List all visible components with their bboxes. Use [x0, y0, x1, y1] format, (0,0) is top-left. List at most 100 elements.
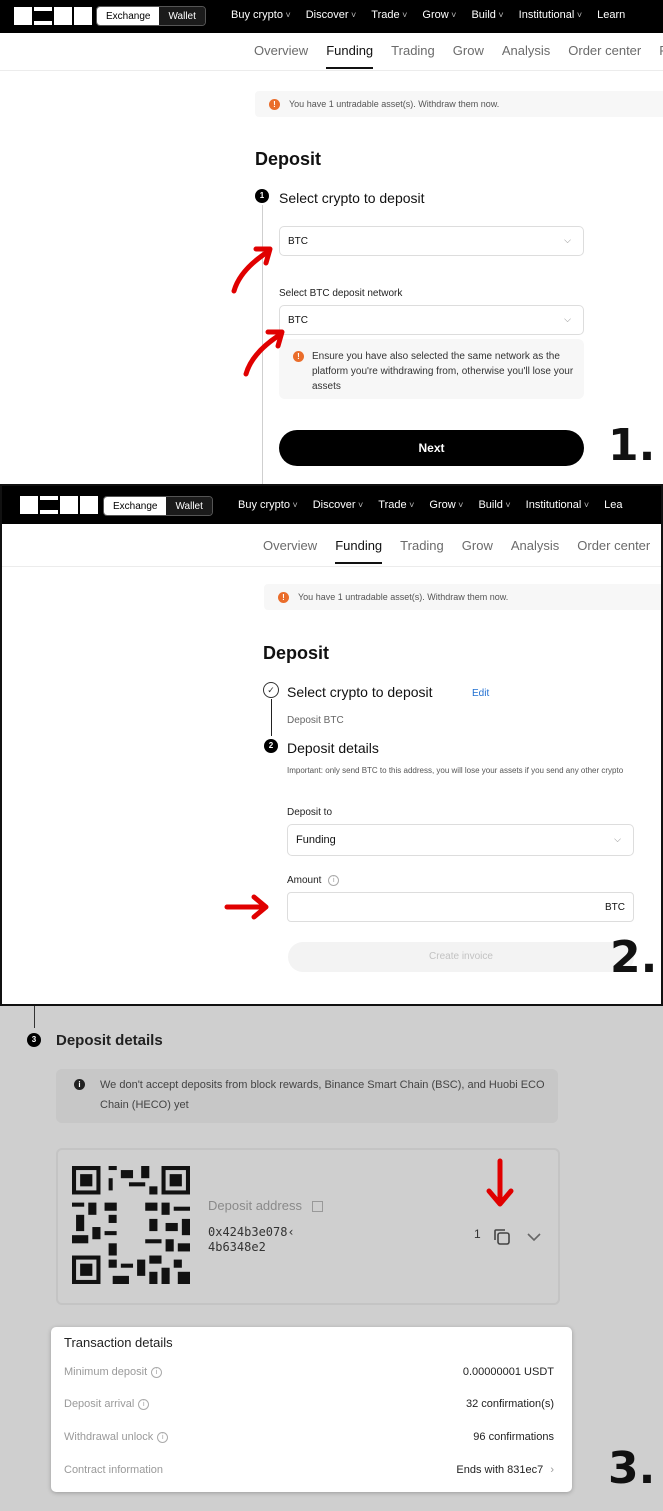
network-select-value: BTC: [288, 314, 308, 326]
tab-overview[interactable]: Overview: [254, 43, 308, 69]
tx-key: Withdrawal unlock: [64, 1431, 154, 1443]
deposit-address-label: Deposit address: [208, 1198, 323, 1213]
chevron-down-icon: ⌵: [614, 834, 621, 844]
untradable-alert[interactable]: ! You have 1 untradable asset(s). Withdr…: [255, 91, 663, 117]
info-icon[interactable]: i: [138, 1398, 150, 1410]
deposit-restriction-note: i We don't accept deposits from block re…: [56, 1069, 558, 1123]
okx-logo[interactable]: [14, 7, 92, 25]
chevron-right-icon[interactable]: ›: [550, 1464, 554, 1476]
tab-trading[interactable]: Trading: [391, 43, 435, 69]
tx-row-deposit-arrival: Deposit arrival i 32 confirmation(s): [64, 1398, 554, 1410]
qr-toggle-icon[interactable]: [311, 1201, 323, 1213]
divider: [2, 566, 661, 567]
wallet-tab[interactable]: Wallet: [159, 7, 205, 25]
network-label: Select BTC deposit network: [279, 288, 403, 299]
sub-nav: Overview Funding Trading Grow Analysis O…: [254, 43, 663, 69]
tx-value: 32 confirmation(s): [465, 1398, 554, 1410]
tab-order-center[interactable]: Order center: [577, 538, 650, 564]
tab-analysis[interactable]: Analysis: [502, 43, 550, 69]
exchange-wallet-toggle[interactable]: Exchange Wallet: [103, 496, 213, 516]
deposit-to-select[interactable]: Funding ⌵: [287, 824, 634, 856]
exchange-tab[interactable]: Exchange: [104, 497, 167, 515]
tab-grow[interactable]: Grow: [462, 538, 493, 564]
step-connector: [34, 1006, 35, 1028]
tx-value: 96 confirmations: [473, 1431, 554, 1443]
menu-build[interactable]: Build: [471, 9, 503, 21]
info-icon[interactable]: i: [157, 1431, 169, 1443]
tx-value: Ends with 831ec7: [456, 1464, 544, 1476]
amount-label: Amount i: [287, 875, 340, 887]
warning-icon: !: [278, 591, 289, 603]
red-arrow-icon: [231, 246, 273, 294]
step-3-title: Deposit details: [56, 1032, 163, 1049]
red-arrow-icon: [486, 1158, 514, 1207]
create-invoice-button[interactable]: Create invoice: [288, 942, 634, 972]
page-title: Deposit: [263, 643, 330, 663]
menu-institutional[interactable]: Institutional: [519, 9, 582, 21]
menu-learn[interactable]: Lea: [604, 499, 622, 511]
menu-trade[interactable]: Trade: [378, 499, 414, 511]
next-button[interactable]: Next: [279, 430, 584, 466]
tab-overflow[interactable]: Fe: [659, 43, 663, 69]
tx-value: 0.00000001 USDT: [462, 1366, 554, 1378]
exchange-tab[interactable]: Exchange: [97, 7, 160, 25]
page-title: Deposit: [255, 149, 322, 169]
menu-trade[interactable]: Trade: [371, 9, 407, 21]
menu-institutional[interactable]: Institutional: [526, 499, 589, 511]
exchange-wallet-toggle[interactable]: Exchange Wallet: [96, 6, 206, 26]
menu-grow[interactable]: Grow: [422, 9, 456, 21]
menu-buy-crypto[interactable]: Buy crypto: [238, 499, 298, 511]
tab-funding[interactable]: Funding: [335, 538, 383, 564]
deposit-to-label: Deposit to: [287, 807, 333, 818]
step-marker-3: 3.: [608, 1443, 656, 1494]
okx-logo[interactable]: [20, 496, 98, 514]
red-arrow-icon: [224, 894, 269, 920]
step-1-summary: Deposit BTC: [287, 715, 344, 726]
main-menu: Buy crypto Discover Trade Grow Build Ins…: [238, 499, 622, 511]
tx-row-contract-information[interactable]: Contract information Ends with 831ec7 ›: [64, 1464, 554, 1476]
menu-discover[interactable]: Discover: [306, 9, 357, 21]
panel-select-crypto: Exchange Wallet Buy crypto Discover Trad…: [0, 0, 663, 484]
main-menu: Buy crypto Discover Trade Grow Build Ins…: [231, 9, 625, 21]
tab-overview[interactable]: Overview: [263, 538, 317, 564]
tab-funding[interactable]: Funding: [326, 43, 374, 69]
qr-code-icon[interactable]: [72, 1166, 190, 1284]
transaction-details-title: Transaction details: [64, 1335, 173, 1350]
menu-discover[interactable]: Discover: [313, 499, 364, 511]
edit-link[interactable]: Edit: [472, 688, 489, 699]
copy-icon[interactable]: [492, 1227, 512, 1247]
untradable-alert[interactable]: ! You have 1 untradable asset(s). Withdr…: [264, 584, 661, 610]
info-icon: i: [74, 1079, 85, 1090]
tab-trading[interactable]: Trading: [400, 538, 444, 564]
deposit-address-line-2: 4b6348e2: [208, 1240, 266, 1254]
crypto-select[interactable]: BTC ⌵: [279, 226, 584, 256]
menu-learn[interactable]: Learn: [597, 9, 625, 21]
step-3-badge: 3: [27, 1033, 41, 1047]
wallet-tab[interactable]: Wallet: [166, 497, 212, 515]
menu-grow[interactable]: Grow: [429, 499, 463, 511]
panel-deposit-details: Exchange Wallet Buy crypto Discover Trad…: [0, 484, 663, 1006]
network-warning-text: Ensure you have also selected the same n…: [312, 351, 574, 392]
info-icon[interactable]: i: [151, 1366, 163, 1378]
important-notice: Important: only send BTC to this address…: [287, 766, 624, 775]
step-1-title: Select crypto to deposit: [279, 190, 425, 206]
sub-nav: Overview Funding Trading Grow Analysis O…: [263, 538, 650, 564]
info-icon[interactable]: i: [328, 875, 340, 886]
step-1-title: Select crypto to deposit: [287, 684, 433, 700]
alert-text: You have 1 untradable asset(s). Withdraw…: [289, 99, 500, 109]
deposit-address-value: 0x424b3e078‹ 4b6348e2: [208, 1225, 295, 1255]
tab-order-center[interactable]: Order center: [568, 43, 641, 69]
transaction-details-card: Transaction details Minimum deposit i 0.0…: [51, 1327, 572, 1492]
chevron-down-icon: ⌵: [564, 314, 571, 324]
menu-buy-crypto[interactable]: Buy crypto: [231, 9, 291, 21]
deposit-to-value: Funding: [296, 834, 336, 846]
tab-analysis[interactable]: Analysis: [511, 538, 559, 564]
crypto-select-value: BTC: [288, 235, 308, 247]
menu-build[interactable]: Build: [478, 499, 510, 511]
tx-row-withdrawal-unlock: Withdrawal unlock i 96 confirmations: [64, 1431, 554, 1443]
amount-label-text: Amount: [287, 875, 322, 887]
network-select[interactable]: BTC ⌵: [279, 305, 584, 335]
tab-grow[interactable]: Grow: [453, 43, 484, 69]
chevron-down-icon[interactable]: [526, 1232, 542, 1242]
amount-input[interactable]: BTC: [287, 892, 634, 922]
